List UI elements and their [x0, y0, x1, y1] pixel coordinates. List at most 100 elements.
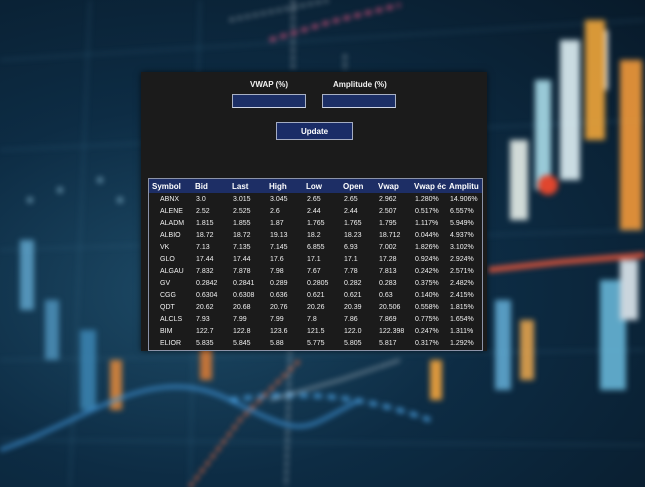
table-row[interactable]: ABNX 3.0 3.015 3.045 2.65 2.65 2.962 1.280% 14.9…	[149, 193, 482, 205]
cell-symbol: BIM	[160, 327, 173, 335]
cell-open: 18.23	[344, 231, 362, 239]
cell-open: 6.93	[344, 243, 358, 251]
cell-vwap: 2.507	[379, 207, 397, 215]
column-header-low[interactable]: Low	[303, 179, 340, 193]
cell-last: 7.878	[233, 267, 251, 275]
cell-vwap: 2.962	[379, 195, 397, 203]
cell-low: 5.775	[307, 339, 325, 347]
cell-bid: 0.2842	[196, 279, 218, 287]
screener-panel: VWAP (%) Amplitude (%) Update Symbol Bid…	[141, 72, 487, 351]
cell-last: 2.525	[233, 207, 251, 215]
cell-vwap: 1.795	[379, 219, 397, 227]
cell-low: 6.855	[307, 243, 325, 251]
table-row[interactable]: QDT 20.62 20.68 20.76 20.26 20.39 20.506 0.558%…	[149, 301, 482, 313]
cell-last: 3.015	[233, 195, 251, 203]
cell-symbol: CGG	[160, 291, 176, 299]
table-row[interactable]: GLO 17.44 17.44 17.6 17.1 17.1 17.28 0.924% 2.92…	[149, 253, 482, 265]
table-row[interactable]: ALENE 2.52 2.525 2.6 2.44 2.44 2.507 0.517% 6.55…	[149, 205, 482, 217]
cell-open: 5.805	[344, 339, 362, 347]
amplitude-label: Amplitude (%)	[333, 80, 387, 89]
cell-high: 5.88	[270, 339, 284, 347]
cell-low: 1.765	[307, 219, 325, 227]
cell-open: 2.65	[344, 195, 358, 203]
cell-low: 7.8	[307, 315, 317, 323]
table-row[interactable]: VK 7.13 7.135 7.145 6.855 6.93 7.002 1.826% 3.10…	[149, 241, 482, 253]
cell-vwap-ecart: 0.924%	[415, 255, 439, 263]
column-header-amplitude[interactable]: Amplitu	[446, 179, 482, 193]
update-button[interactable]: Update	[276, 122, 353, 140]
cell-symbol: ELIOR	[160, 339, 182, 347]
cell-open: 20.39	[344, 303, 362, 311]
cell-vwap: 7.813	[379, 267, 397, 275]
cell-amplitude: 5.949%	[450, 219, 474, 227]
cell-vwap: 5.817	[379, 339, 397, 347]
table-row[interactable]: ALADM 1.815 1.855 1.87 1.765 1.765 1.795 1.117%…	[149, 217, 482, 229]
cell-amplitude: 1.815%	[450, 303, 474, 311]
cell-high: 1.87	[270, 219, 284, 227]
cell-last: 18.72	[233, 231, 251, 239]
cell-amplitude: 2.571%	[450, 267, 474, 275]
column-header-symbol[interactable]: Symbol	[149, 179, 192, 193]
column-header-last[interactable]: Last	[229, 179, 266, 193]
cell-open: 0.621	[344, 291, 362, 299]
cell-symbol: ALCLS	[160, 315, 183, 323]
column-header-high[interactable]: High	[266, 179, 303, 193]
table-row[interactable]: ALGAU 7.832 7.878 7.98 7.67 7.78 7.813 0.242% 2.…	[149, 265, 482, 277]
cell-open: 1.765	[344, 219, 362, 227]
cell-vwap: 20.506	[379, 303, 401, 311]
cell-symbol: ALENE	[160, 207, 183, 215]
cell-high: 7.145	[270, 243, 288, 251]
column-header-bid[interactable]: Bid	[192, 179, 229, 193]
cell-vwap: 18.712	[379, 231, 401, 239]
cell-low: 20.26	[307, 303, 325, 311]
table-row[interactable]: BIM 122.7 122.8 123.6 121.5 122.0 122.398 0.247…	[149, 325, 482, 337]
cell-low: 0.2805	[307, 279, 329, 287]
cell-vwap: 17.28	[379, 255, 397, 263]
cell-high: 3.045	[270, 195, 288, 203]
cell-open: 2.44	[344, 207, 358, 215]
column-header-vwap-ecart[interactable]: Vwap éc	[411, 179, 446, 193]
column-header-open[interactable]: Open	[340, 179, 375, 193]
cell-last: 0.6308	[233, 291, 255, 299]
table-row[interactable]: ALBIO 18.72 18.72 19.13 18.2 18.23 18.712 0.044…	[149, 229, 482, 241]
cell-low: 2.65	[307, 195, 321, 203]
cell-low: 0.621	[307, 291, 325, 299]
cell-bid: 20.62	[196, 303, 214, 311]
cell-amplitude: 1.292%	[450, 339, 474, 347]
cell-symbol: GV	[160, 279, 171, 287]
cell-vwap-ecart: 0.775%	[415, 315, 439, 323]
table-row[interactable]: GV 0.2842 0.2841 0.289 0.2805 0.282 0.283 0.375…	[149, 277, 482, 289]
cell-amplitude: 4.937%	[450, 231, 474, 239]
cell-last: 7.99	[233, 315, 247, 323]
vwap-input[interactable]	[232, 94, 306, 108]
cell-last: 122.8	[233, 327, 251, 335]
cell-vwap-ecart: 1.280%	[415, 195, 439, 203]
cell-vwap-ecart: 0.375%	[415, 279, 439, 287]
column-header-vwap[interactable]: Vwap	[375, 179, 411, 193]
cell-low: 17.1	[307, 255, 321, 263]
cell-last: 17.44	[233, 255, 251, 263]
cell-high: 17.6	[270, 255, 284, 263]
table-row[interactable]: ALCLS 7.93 7.99 7.99 7.8 7.86 7.869 0.775% 1.654…	[149, 313, 482, 325]
cell-amplitude: 6.557%	[450, 207, 474, 215]
cell-vwap-ecart: 0.517%	[415, 207, 439, 215]
cell-high: 20.76	[270, 303, 288, 311]
cell-symbol: ALGAU	[160, 267, 184, 275]
cell-vwap: 7.869	[379, 315, 397, 323]
cell-high: 0.636	[270, 291, 288, 299]
cell-vwap-ecart: 1.826%	[415, 243, 439, 251]
quotes-table: Symbol Bid Last High Low Open Vwap Vwap …	[148, 178, 483, 351]
cell-vwap: 122.398	[379, 327, 405, 335]
cell-amplitude: 2.924%	[450, 255, 474, 263]
amplitude-input[interactable]	[322, 94, 396, 108]
table-header-row: Symbol Bid Last High Low Open Vwap Vwap …	[149, 179, 482, 193]
cell-bid: 7.13	[196, 243, 210, 251]
table-row[interactable]: ELIOR 5.835 5.845 5.88 5.775 5.805 5.817 0.317%…	[149, 337, 482, 349]
cell-low: 18.2	[307, 231, 321, 239]
cell-open: 7.86	[344, 315, 358, 323]
cell-low: 2.44	[307, 207, 321, 215]
cell-vwap: 0.63	[379, 291, 393, 299]
cell-open: 17.1	[344, 255, 358, 263]
table-row[interactable]: CGG 0.6304 0.6308 0.636 0.621 0.621 0.63 0.140%…	[149, 289, 482, 301]
cell-vwap-ecart: 0.044%	[415, 231, 439, 239]
